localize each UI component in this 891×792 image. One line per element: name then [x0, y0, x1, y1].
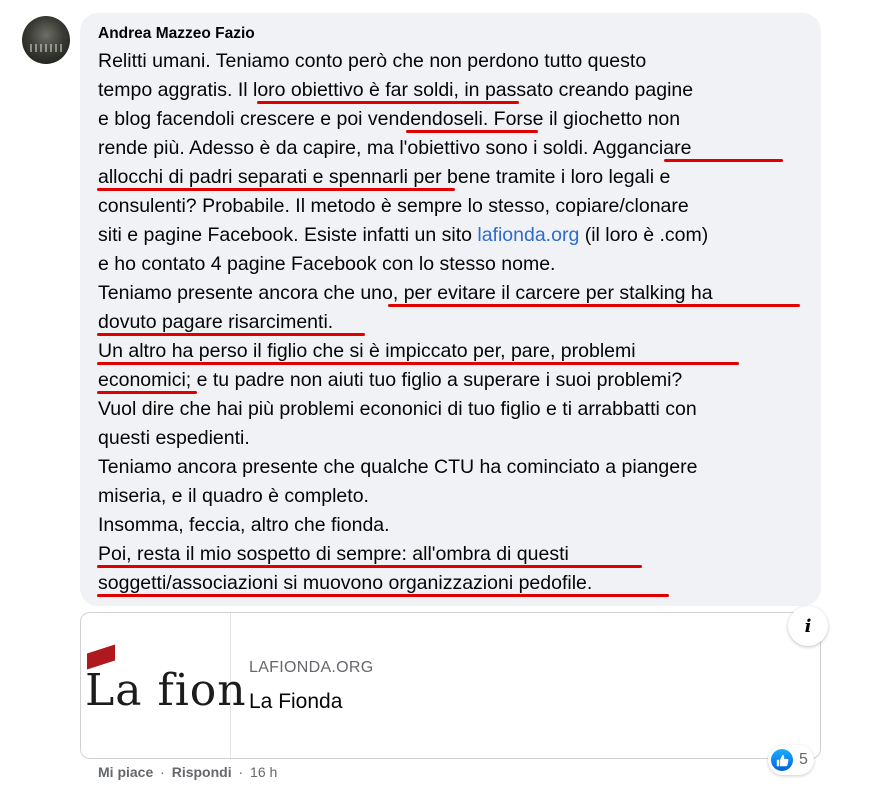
reactions-summary[interactable]: 5	[768, 745, 814, 775]
separator: ·	[160, 764, 165, 780]
avatar[interactable]	[22, 16, 70, 64]
like-icon	[771, 749, 793, 771]
previous-comment-fragment	[150, 0, 240, 4]
comment-timestamp[interactable]: 16 h	[250, 764, 277, 780]
comment-line: rende più. Adesso è da capire, ma l'obie…	[98, 137, 692, 159]
comment-line: consulenti? Probabile. Il metodo è sempr…	[98, 195, 689, 217]
comment-line: questi espedienti.	[98, 427, 250, 449]
comment-author[interactable]: Andrea Mazzeo Fazio	[98, 25, 255, 43]
comment-text: (il loro è .com)	[579, 224, 709, 246]
comment-line: e ho contato 4 pagine Facebook con lo st…	[98, 253, 556, 275]
red-underline	[406, 130, 538, 133]
link-domain: LAFIONDA.ORG	[249, 659, 374, 676]
comment-line: Relitti umani. Teniamo conto però che no…	[98, 50, 647, 72]
red-underline	[97, 565, 642, 568]
comment-line: soggetti/associazioni si muovono organiz…	[98, 572, 593, 594]
red-underline	[97, 391, 197, 394]
comment-line: e blog facendoli crescere e poi vendendo…	[98, 108, 681, 130]
comment-line: Poi, resta il mio sospetto di sempre: al…	[98, 543, 569, 565]
red-underline	[97, 594, 669, 597]
red-underline	[97, 362, 739, 365]
comment-line: tempo aggratis. Il loro obiettivo è far …	[98, 79, 694, 101]
comment-line: Vuol dire che hai più problemi econonici…	[98, 398, 697, 420]
link-title[interactable]: La Fionda	[249, 690, 342, 714]
comment-line-with-link: siti e pagine Facebook. Esiste infatti u…	[98, 222, 708, 248]
comment-actions: Mi piace · Rispondi · 16 h	[98, 764, 277, 780]
reaction-count: 5	[799, 751, 808, 768]
comment-line: miseria, e il quadro è completo.	[98, 485, 369, 507]
red-underline	[257, 101, 519, 104]
la-fionda-logo: La fion	[85, 665, 247, 716]
red-underline	[97, 333, 365, 336]
comment-line: allocchi di padri separati e spennarli p…	[98, 166, 671, 188]
reply-button[interactable]: Rispondi	[172, 764, 232, 780]
comment-line: dovuto pagare risarcimenti.	[98, 311, 334, 333]
comment-line: economici; e tu padre non aiuti tuo figl…	[98, 369, 683, 391]
info-icon[interactable]: i	[788, 606, 828, 646]
comment-text: siti e pagine Facebook. Esiste infatti u…	[98, 224, 478, 246]
inline-link[interactable]: lafionda.org	[477, 224, 579, 246]
comment-line: Un altro ha perso il figlio che si è imp…	[98, 340, 636, 362]
comment-line: Teniamo ancora presente che qualche CTU …	[98, 456, 698, 478]
link-preview-card[interactable]: La fion LAFIONDA.ORG La Fionda	[80, 612, 821, 759]
separator: ·	[238, 764, 244, 780]
red-underline	[664, 159, 783, 162]
link-preview-image[interactable]: La fion	[81, 613, 246, 758]
red-underline	[97, 188, 455, 191]
like-button[interactable]: Mi piace	[98, 764, 153, 780]
red-underline	[388, 304, 800, 307]
comment-line: Insomma, feccia, altro che fionda.	[98, 514, 390, 536]
comment-line: Teniamo presente ancora che uno, per evi…	[98, 282, 713, 304]
